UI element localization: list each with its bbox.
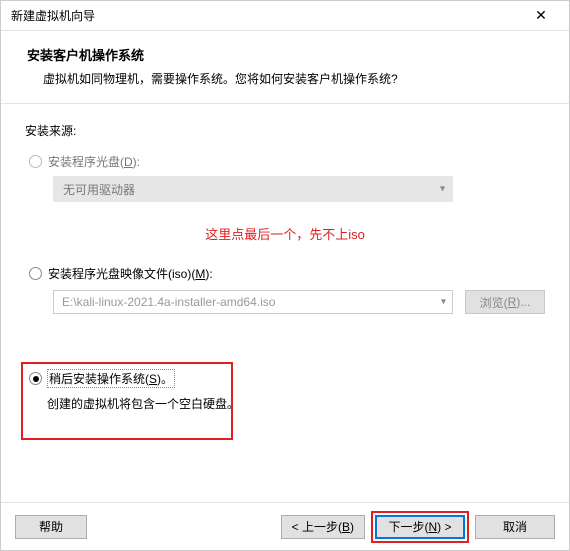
radio-icon xyxy=(29,267,42,280)
content-area: 安装来源: 安装程序光盘(D): 无可用驱动器 ▾ 这里点最后一个，先不上iso… xyxy=(1,104,569,502)
drive-select: 无可用驱动器 ▾ xyxy=(53,176,453,202)
source-label: 安装来源: xyxy=(25,122,545,139)
option-label: 安装程序光盘映像文件(iso)(M): xyxy=(48,265,213,282)
back-button[interactable]: < 上一步(B) xyxy=(281,515,365,539)
option-install-later[interactable]: 稍后安装操作系统(S)。 xyxy=(29,370,545,387)
option-installer-disc: 安装程序光盘(D): xyxy=(29,153,545,170)
browse-button: 浏览(R)... xyxy=(465,290,545,314)
option-iso-file[interactable]: 安装程序光盘映像文件(iso)(M): xyxy=(29,265,545,282)
wizard-window: 新建虚拟机向导 ✕ 安装客户机操作系统 虚拟机如同物理机，需要操作系统。您将如何… xyxy=(0,0,570,551)
chevron-down-icon: ▾ xyxy=(441,297,446,308)
help-button[interactable]: 帮助 xyxy=(15,515,87,539)
titlebar: 新建虚拟机向导 ✕ xyxy=(1,1,569,31)
next-button[interactable]: 下一步(N) > xyxy=(375,515,465,539)
iso-path-input: E:\kali-linux-2021.4a-installer-amd64.is… xyxy=(53,290,453,314)
cancel-button[interactable]: 取消 xyxy=(475,515,555,539)
chevron-down-icon: ▾ xyxy=(440,184,445,195)
wizard-header: 安装客户机操作系统 虚拟机如同物理机，需要操作系统。您将如何安装客户机操作系统? xyxy=(1,31,569,104)
radio-icon xyxy=(29,155,42,168)
option-label: 稍后安装操作系统(S)。 xyxy=(48,370,174,387)
wizard-footer: 帮助 < 上一步(B) 下一步(N) > 取消 xyxy=(1,502,569,550)
option-install-later-desc: 创建的虚拟机将包含一个空白硬盘。 xyxy=(47,395,545,412)
page-subtitle: 虚拟机如同物理机，需要操作系统。您将如何安装客户机操作系统? xyxy=(27,70,543,87)
iso-path-row: E:\kali-linux-2021.4a-installer-amd64.is… xyxy=(53,290,545,314)
annotation-highlight-box: 下一步(N) > xyxy=(371,511,469,543)
window-title: 新建虚拟机向导 xyxy=(11,7,521,24)
option-install-later-group: 稍后安装操作系统(S)。 创建的虚拟机将包含一个空白硬盘。 xyxy=(25,370,545,412)
option-label: 安装程序光盘(D): xyxy=(48,153,140,170)
page-title: 安装客户机操作系统 xyxy=(27,45,543,64)
radio-icon xyxy=(29,372,42,385)
annotation-text: 这里点最后一个，先不上iso xyxy=(25,224,545,243)
close-icon[interactable]: ✕ xyxy=(521,7,561,24)
drive-select-value: 无可用驱动器 xyxy=(63,181,135,198)
